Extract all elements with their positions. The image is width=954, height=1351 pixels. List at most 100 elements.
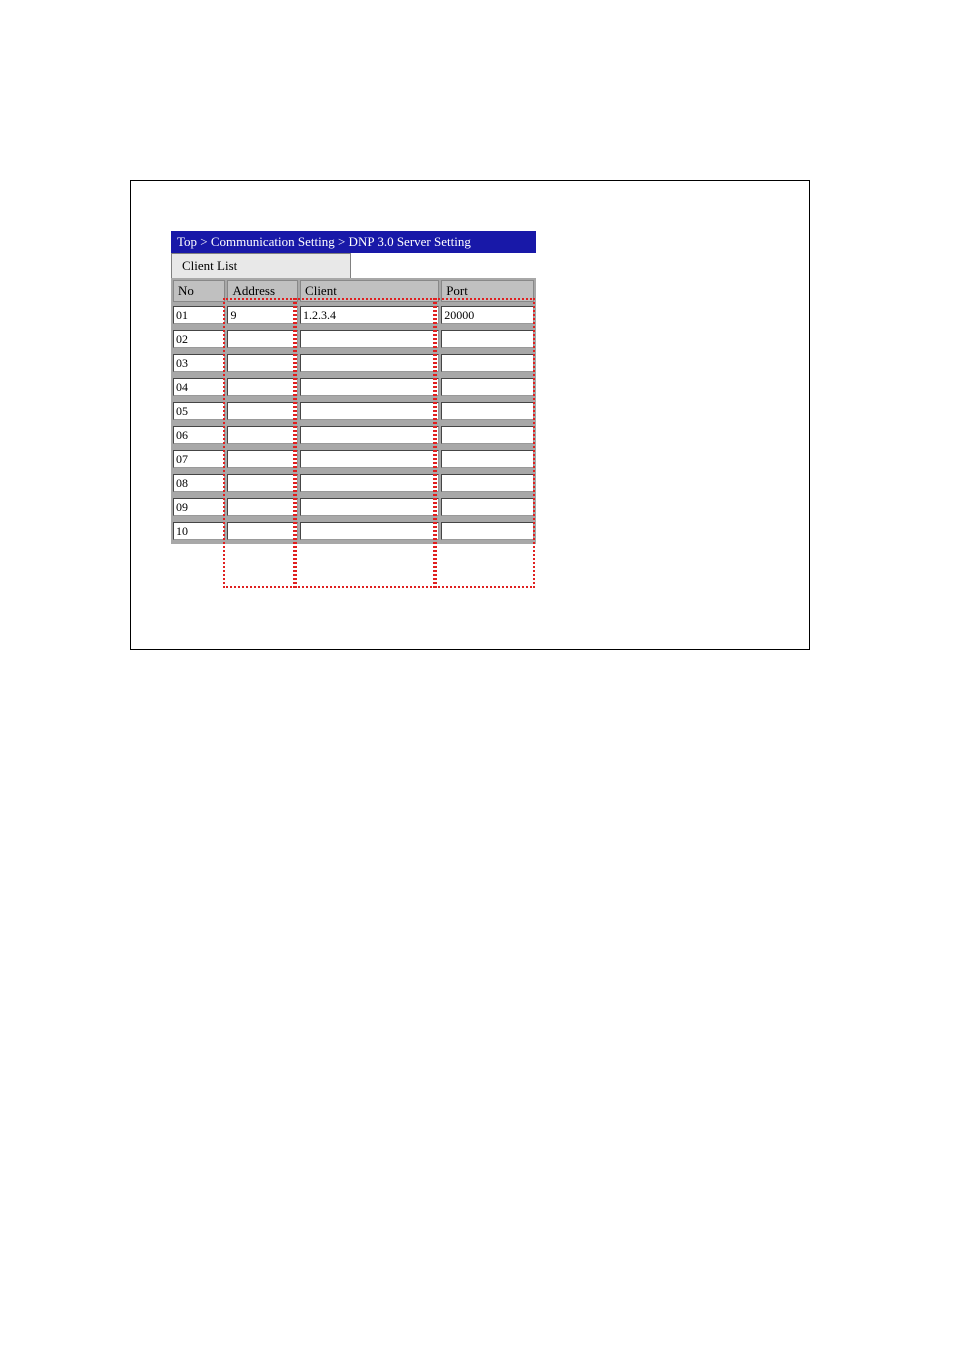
port-input[interactable]	[441, 450, 534, 468]
no-input[interactable]	[173, 498, 225, 516]
no-input[interactable]	[173, 354, 225, 372]
address-input[interactable]	[227, 330, 298, 348]
cell-port	[441, 352, 534, 374]
cell-address	[227, 304, 298, 326]
config-panel: Top > Communication Setting > DNP 3.0 Se…	[130, 180, 810, 650]
client-list-table: No Address Client Port	[171, 278, 536, 544]
no-input[interactable]	[173, 426, 225, 444]
cell-client	[300, 424, 439, 446]
address-input[interactable]	[227, 402, 298, 420]
header-client: Client	[300, 280, 439, 302]
breadcrumb: Top > Communication Setting > DNP 3.0 Se…	[171, 231, 536, 253]
client-input[interactable]	[300, 306, 439, 324]
address-input[interactable]	[227, 378, 298, 396]
table-row	[173, 352, 534, 374]
cell-no	[173, 424, 225, 446]
client-input[interactable]	[300, 522, 439, 540]
port-input[interactable]	[441, 522, 534, 540]
header-port: Port	[441, 280, 534, 302]
client-input[interactable]	[300, 330, 439, 348]
port-input[interactable]	[441, 306, 534, 324]
cell-port	[441, 520, 534, 542]
table-row	[173, 424, 534, 446]
table-header-row: No Address Client Port	[173, 280, 534, 302]
cell-address	[227, 328, 298, 350]
cell-port	[441, 448, 534, 470]
cell-port	[441, 400, 534, 422]
port-input[interactable]	[441, 426, 534, 444]
cell-address	[227, 352, 298, 374]
no-input[interactable]	[173, 450, 225, 468]
cell-address	[227, 448, 298, 470]
client-input[interactable]	[300, 354, 439, 372]
port-input[interactable]	[441, 498, 534, 516]
port-input[interactable]	[441, 402, 534, 420]
no-input[interactable]	[173, 306, 225, 324]
cell-client	[300, 520, 439, 542]
cell-port	[441, 496, 534, 518]
cell-no	[173, 448, 225, 470]
address-input[interactable]	[227, 474, 298, 492]
client-input[interactable]	[300, 402, 439, 420]
no-input[interactable]	[173, 402, 225, 420]
tab-client-list[interactable]: Client List	[171, 253, 351, 278]
client-input[interactable]	[300, 474, 439, 492]
client-input[interactable]	[300, 378, 439, 396]
address-input[interactable]	[227, 522, 298, 540]
cell-no	[173, 520, 225, 542]
table-row	[173, 400, 534, 422]
port-input[interactable]	[441, 354, 534, 372]
table-row	[173, 376, 534, 398]
cell-port	[441, 328, 534, 350]
table-row	[173, 328, 534, 350]
cell-client	[300, 496, 439, 518]
port-input[interactable]	[441, 378, 534, 396]
cell-address	[227, 520, 298, 542]
address-input[interactable]	[227, 306, 298, 324]
cell-no	[173, 496, 225, 518]
table-row	[173, 304, 534, 326]
cell-no	[173, 304, 225, 326]
header-no: No	[173, 280, 225, 302]
cell-address	[227, 400, 298, 422]
address-input[interactable]	[227, 450, 298, 468]
cell-client	[300, 304, 439, 326]
cell-address	[227, 376, 298, 398]
cell-port	[441, 472, 534, 494]
cell-port	[441, 376, 534, 398]
cell-no	[173, 376, 225, 398]
tab-row: Client List	[171, 253, 809, 278]
port-input[interactable]	[441, 330, 534, 348]
cell-client	[300, 376, 439, 398]
address-input[interactable]	[227, 426, 298, 444]
no-input[interactable]	[173, 522, 225, 540]
cell-address	[227, 496, 298, 518]
address-input[interactable]	[227, 354, 298, 372]
cell-port	[441, 424, 534, 446]
cell-no	[173, 352, 225, 374]
port-input[interactable]	[441, 474, 534, 492]
table-row	[173, 448, 534, 470]
no-input[interactable]	[173, 378, 225, 396]
cell-client	[300, 472, 439, 494]
cell-no	[173, 400, 225, 422]
cell-client	[300, 328, 439, 350]
client-input[interactable]	[300, 498, 439, 516]
client-input[interactable]	[300, 426, 439, 444]
cell-client	[300, 352, 439, 374]
table-row	[173, 520, 534, 542]
cell-address	[227, 472, 298, 494]
cell-client	[300, 400, 439, 422]
no-input[interactable]	[173, 330, 225, 348]
address-input[interactable]	[227, 498, 298, 516]
table-row	[173, 496, 534, 518]
cell-no	[173, 472, 225, 494]
table-row	[173, 472, 534, 494]
header-address: Address	[227, 280, 298, 302]
client-input[interactable]	[300, 450, 439, 468]
no-input[interactable]	[173, 474, 225, 492]
cell-no	[173, 328, 225, 350]
client-list-table-wrap: No Address Client Port	[171, 278, 536, 544]
cell-port	[441, 304, 534, 326]
cell-address	[227, 424, 298, 446]
